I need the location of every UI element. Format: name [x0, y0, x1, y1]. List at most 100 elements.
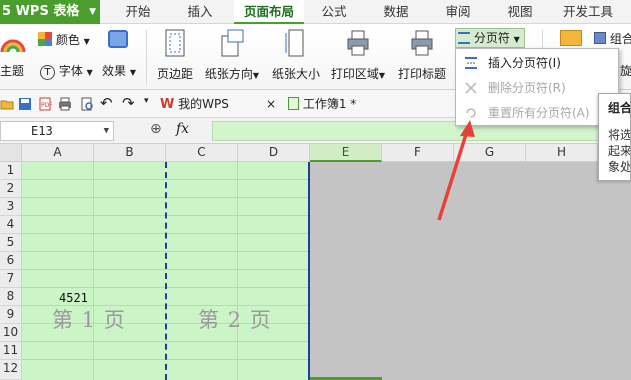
margin-label: 页边距	[156, 67, 193, 81]
chevron-down-icon: ▼	[129, 68, 136, 77]
tab-view[interactable]: 视图	[494, 0, 546, 24]
effect-label: 效果	[102, 64, 127, 78]
row-header-2[interactable]: 2	[0, 180, 22, 198]
page-break-label: 分页符	[473, 31, 510, 45]
svg-text:PDF: PDF	[41, 102, 52, 109]
tab-developer[interactable]: 开发工具	[556, 0, 620, 24]
row-header-10[interactable]: 10	[0, 324, 22, 342]
color-button[interactable]: 颜色 ▼	[38, 31, 90, 48]
column-header-d[interactable]: D	[238, 144, 310, 162]
spreadsheet-icon	[288, 97, 299, 110]
row-header-9[interactable]: 9	[0, 306, 22, 324]
zoom-search-icon[interactable]: ⊕	[150, 121, 162, 137]
customize-dropdown-icon[interactable]: ▾	[144, 96, 158, 110]
grid-line	[93, 162, 94, 380]
row-header-4[interactable]: 4	[0, 216, 22, 234]
name-box[interactable]: E13 ▼	[0, 121, 114, 141]
rotate-label: 旋转	[620, 64, 631, 78]
doc-tab-workbook[interactable]: 工作簿1 *	[288, 94, 356, 114]
doc-tab-home[interactable]: W 我的WPS	[160, 94, 229, 114]
fx-label[interactable]: fx	[176, 121, 189, 137]
cell-reference: E13	[31, 124, 53, 138]
row-header-3[interactable]: 3	[0, 198, 22, 216]
doc-tab-workbook-label: 工作簿1 *	[302, 97, 357, 111]
select-all-corner[interactable]	[0, 144, 22, 162]
color-grid-icon	[38, 32, 52, 46]
column-header-f[interactable]: F	[382, 144, 454, 162]
row-header-5[interactable]: 5	[0, 234, 22, 252]
tab-data[interactable]: 数据	[368, 0, 424, 24]
insert-page-break-icon	[465, 57, 477, 69]
remove-page-break-item[interactable]: 删除分页符(R)	[456, 76, 618, 100]
print-icon[interactable]	[58, 97, 72, 111]
export-pdf-icon[interactable]: PDF	[38, 97, 52, 111]
page-orientation-icon	[221, 29, 244, 57]
tab-insert[interactable]: 插入	[172, 0, 228, 24]
open-folder-icon[interactable]	[0, 97, 14, 111]
group-icon	[594, 32, 606, 44]
font-button[interactable]: T 字体 ▼	[40, 62, 93, 80]
row-header-7[interactable]: 7	[0, 270, 22, 288]
grid-line	[237, 162, 238, 380]
row-header-1[interactable]: 1	[0, 162, 22, 180]
column-header-a[interactable]: A	[22, 144, 94, 162]
page-1-watermark: 第 1 页	[52, 308, 126, 332]
tab-formula[interactable]: 公式	[308, 0, 360, 24]
non-print-area[interactable]	[310, 162, 631, 380]
paper-size-button[interactable]: 纸张大小	[270, 28, 322, 82]
page-2-watermark: 第 2 页	[198, 308, 272, 332]
reset-page-breaks-label: 重置所有分页符(A)	[488, 106, 590, 120]
row-header-12[interactable]: 12	[0, 360, 22, 380]
row-header-8[interactable]: 8	[0, 288, 22, 306]
column-header-b[interactable]: B	[94, 144, 166, 162]
column-header-e[interactable]: E	[310, 144, 382, 162]
app-title: 5 WPS 表格	[2, 4, 80, 19]
page-break-line[interactable]	[165, 162, 167, 380]
tooltip-line: 象处	[608, 160, 631, 174]
row-header-11[interactable]: 11	[0, 342, 22, 360]
theme-label[interactable]: 主题	[0, 62, 24, 79]
remove-page-break-icon	[465, 82, 477, 94]
shape-style-icon	[108, 30, 128, 48]
close-icon[interactable]: ×	[266, 94, 276, 114]
column-header-h[interactable]: H	[526, 144, 598, 162]
print-title-label: 打印标题	[397, 67, 446, 81]
remove-page-break-label: 删除分页符(R)	[488, 81, 566, 95]
chevron-down-icon: ▼	[86, 68, 93, 77]
tab-review[interactable]: 审阅	[432, 0, 484, 24]
column-header-g[interactable]: G	[454, 144, 526, 162]
tab-home[interactable]: 开始	[110, 0, 166, 24]
page-break-button[interactable]: 分页符 ▼	[455, 28, 525, 48]
orientation-button[interactable]: 纸张方向▼	[202, 28, 262, 82]
effect-button[interactable]: 效果 ▼	[102, 62, 136, 79]
row-header-6[interactable]: 6	[0, 252, 22, 270]
save-icon[interactable]	[18, 97, 32, 111]
page-break-menu: 插入分页符(I) 删除分页符(R) 重置所有分页符(A)	[455, 48, 619, 126]
chevron-down-icon: ▼	[83, 37, 90, 46]
column-header-c[interactable]: C	[166, 144, 238, 162]
print-title-button[interactable]: 打印标题	[396, 28, 448, 82]
undo-icon[interactable]: ↶	[100, 94, 114, 112]
print-area-label: 打印区域▼	[330, 67, 386, 81]
font-icon: T	[40, 65, 55, 80]
app-menu-button[interactable]: 5 WPS 表格 ▼	[0, 0, 100, 24]
chevron-down-icon: ▼	[513, 35, 520, 44]
insert-page-break-item[interactable]: 插入分页符(I)	[456, 51, 618, 75]
rotate-button[interactable]: 旋转	[620, 62, 631, 79]
print-area-button[interactable]: 打印区域▼	[328, 28, 388, 82]
print-title-icon	[411, 30, 433, 56]
group-label: 组合	[609, 32, 631, 46]
style-button[interactable]	[108, 30, 128, 51]
margin-button[interactable]: 页边距	[155, 28, 195, 82]
print-preview-icon[interactable]	[80, 97, 94, 111]
redo-icon[interactable]: ↷	[122, 94, 136, 112]
layer-button[interactable]	[560, 30, 582, 49]
font-label: 字体	[58, 64, 83, 78]
cell-a8-value[interactable]: 4521	[59, 291, 88, 305]
chevron-down-icon: ▼	[103, 126, 109, 136]
group-button[interactable]: 组合	[594, 30, 631, 47]
reset-page-breaks-item[interactable]: 重置所有分页符(A)	[456, 101, 618, 125]
tab-page-layout[interactable]: 页面布局	[234, 0, 304, 24]
doc-tab-home-label: 我的WPS	[178, 97, 229, 111]
layer-icon	[560, 30, 582, 46]
